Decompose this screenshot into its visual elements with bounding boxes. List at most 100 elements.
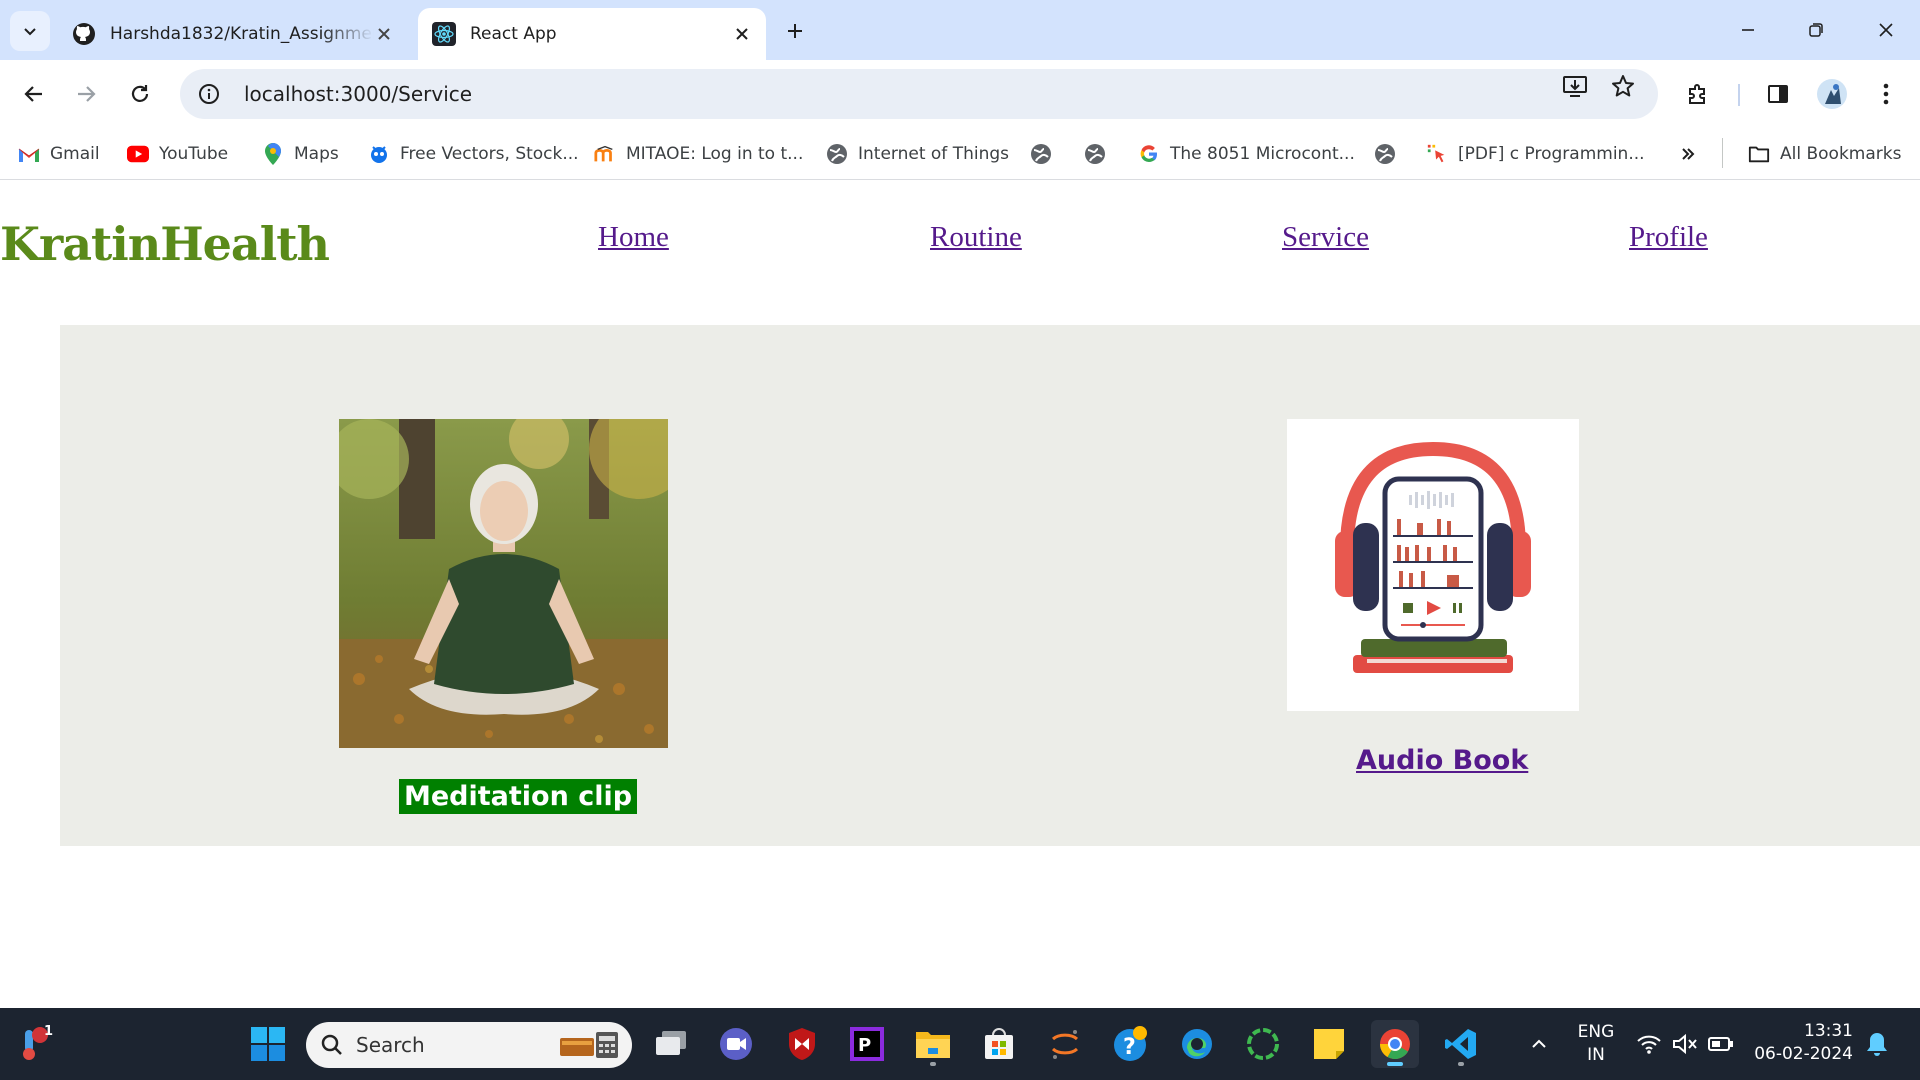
svg-text:P: P — [858, 1035, 871, 1056]
nav-routine[interactable]: Routine — [930, 221, 1022, 254]
bookmark-youtube[interactable]: YouTube — [127, 138, 228, 170]
more-bookmarks-button[interactable] — [1677, 138, 1709, 170]
bookmark-label: Free Vectors, Stock... — [400, 144, 579, 164]
pycharm-app[interactable]: P — [843, 1020, 891, 1068]
loading-app[interactable] — [1239, 1020, 1287, 1068]
bookmark-iot[interactable]: Internet of Things — [826, 138, 1009, 170]
tab-react-app[interactable]: React App — [418, 8, 766, 60]
bookmark-freepik[interactable]: Free Vectors, Stock... — [368, 138, 579, 170]
jupyter-app[interactable] — [1041, 1020, 1089, 1068]
chrome-app[interactable] — [1371, 1020, 1419, 1068]
meditation-clip-label[interactable]: Meditation clip — [399, 779, 638, 814]
file-explorer-app[interactable] — [909, 1020, 957, 1068]
microsoft-store-app[interactable] — [975, 1020, 1023, 1068]
mcafee-app[interactable] — [778, 1020, 826, 1068]
bookmark-globe-2[interactable] — [1084, 138, 1106, 170]
ring-icon — [1247, 1028, 1279, 1060]
bookmark-label: The 8051 Microcont... — [1170, 144, 1355, 164]
clock[interactable]: 13:31 06-02-2024 — [1753, 1020, 1853, 1066]
address-bar[interactable]: localhost:3000/Service — [180, 69, 1658, 119]
search-placeholder: Search — [356, 1033, 425, 1057]
clock-time: 13:31 — [1804, 1021, 1853, 1041]
site-info-icon[interactable] — [184, 69, 234, 119]
google-icon — [1138, 143, 1160, 165]
meditation-image[interactable] — [339, 419, 668, 748]
all-bookmarks-button[interactable]: All Bookmarks — [1748, 138, 1901, 170]
audio-book-link[interactable]: Audio Book — [1356, 745, 1528, 776]
bookmark-star-icon[interactable] — [1609, 72, 1637, 100]
region-code: IN — [1587, 1045, 1605, 1065]
folder-icon — [1748, 143, 1770, 165]
minimize-button[interactable] — [1714, 0, 1782, 60]
minimize-icon — [1742, 29, 1754, 31]
start-button[interactable] — [244, 1020, 292, 1068]
bookmark-globe-3[interactable] — [1374, 138, 1396, 170]
globe-icon — [1084, 143, 1106, 165]
side-panel-button[interactable] — [1758, 74, 1798, 114]
page-viewport: KratinHealth Home Routine Service Profil… — [0, 181, 1920, 1008]
get-help-app[interactable]: ? — [1107, 1020, 1155, 1068]
nav-profile[interactable]: Profile — [1629, 221, 1708, 254]
teams-meet-app[interactable] — [712, 1020, 760, 1068]
close-tab-icon[interactable] — [732, 24, 752, 44]
volume-muted-icon — [1673, 1033, 1697, 1055]
tab-search-button[interactable] — [10, 11, 50, 51]
bookmark-label: Maps — [294, 144, 339, 164]
task-view-button[interactable] — [647, 1020, 695, 1068]
moodle-icon — [594, 143, 616, 165]
vscode-app[interactable] — [1437, 1020, 1485, 1068]
bookmark-maps[interactable]: Maps — [262, 138, 339, 170]
restore-button[interactable] — [1782, 0, 1850, 60]
clock-date: 06-02-2024 — [1754, 1044, 1853, 1064]
tab-title: React App — [470, 24, 557, 44]
notification-center-button[interactable] — [1855, 1020, 1899, 1068]
bookmark-gmail[interactable]: Gmail — [18, 138, 100, 170]
search-icon — [321, 1034, 342, 1055]
bookmark-label: MITAOE: Log in to t... — [626, 144, 804, 164]
notification-badge: 1 — [44, 1024, 54, 1039]
puzzle-icon — [1689, 84, 1705, 104]
profile-avatar[interactable] — [1812, 74, 1852, 114]
edge-app[interactable] — [1173, 1020, 1221, 1068]
url-text[interactable]: localhost:3000/Service — [244, 82, 472, 106]
brand-logo[interactable]: KratinHealth — [0, 217, 330, 271]
avatar-icon — [1817, 79, 1847, 109]
bookmark-globe-1[interactable] — [1030, 138, 1052, 170]
shield-icon — [789, 1028, 815, 1060]
weather-widget[interactable]: 1 — [8, 1020, 56, 1068]
restore-icon — [1809, 23, 1823, 37]
bookmark-label: All Bookmarks — [1780, 144, 1902, 164]
bookmark-8051[interactable]: The 8051 Microcont... — [1138, 138, 1355, 170]
show-hidden-icons-button[interactable] — [1515, 1020, 1563, 1068]
tab-github[interactable]: Harshda1832/Kratin_Assignment — [58, 8, 408, 60]
tab-title: Harshda1832/Kratin_Assignment — [110, 24, 374, 44]
install-app-icon[interactable] — [1561, 72, 1589, 100]
browser-menu-button[interactable] — [1866, 74, 1906, 114]
globe-icon — [1030, 143, 1052, 165]
audiobook-image[interactable] — [1287, 419, 1579, 711]
reload-button[interactable] — [120, 74, 160, 114]
chevron-up-icon — [1532, 1039, 1546, 1048]
taskbar-search[interactable]: Search — [306, 1022, 632, 1068]
new-tab-button[interactable] — [778, 14, 812, 48]
extensions-button[interactable] — [1678, 74, 1718, 114]
services-panel: Meditation clip Audio Book — [60, 325, 1920, 846]
forward-button[interactable] — [66, 74, 106, 114]
chrome-icon — [1380, 1029, 1410, 1060]
close-tab-icon[interactable] — [374, 24, 394, 44]
active-indicator — [1387, 1062, 1403, 1066]
nav-home[interactable]: Home — [598, 221, 669, 254]
close-window-button[interactable] — [1852, 0, 1920, 60]
quick-settings[interactable] — [1630, 1020, 1740, 1068]
bookmark-label: [PDF] c Programmin... — [1458, 144, 1645, 164]
bookmark-c-programming[interactable]: [PDF] c Programmin... — [1426, 138, 1645, 170]
arrow-left-icon — [24, 86, 42, 102]
bookmark-mitaoe[interactable]: MITAOE: Log in to t... — [594, 138, 803, 170]
input-language[interactable]: ENG IN — [1569, 1021, 1623, 1067]
nav-service[interactable]: Service — [1282, 221, 1369, 254]
taskbar: 1 Search P ? ENG IN 13:31 06-02-2024 — [0, 1008, 1920, 1080]
kebab-menu-icon — [1883, 83, 1889, 105]
back-button[interactable] — [14, 74, 54, 114]
windows-logo-icon — [251, 1027, 285, 1061]
sticky-notes-app[interactable] — [1305, 1020, 1353, 1068]
